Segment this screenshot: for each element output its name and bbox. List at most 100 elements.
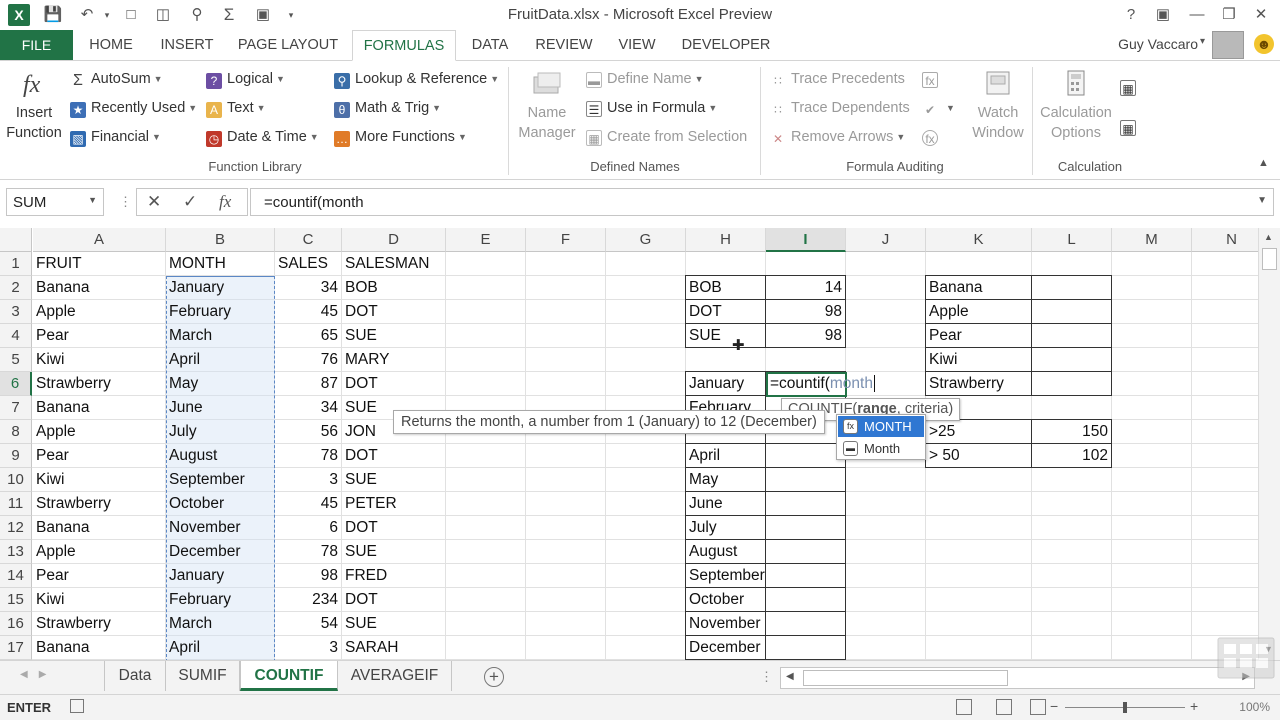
sheet-tab-countif[interactable]: COUNTIF bbox=[240, 661, 338, 691]
table-cell[interactable]: Kiwi bbox=[33, 468, 166, 492]
row-header-14[interactable]: 14 bbox=[0, 564, 32, 588]
table-cell[interactable]: January bbox=[166, 564, 275, 588]
column-header-n[interactable]: N bbox=[1192, 228, 1258, 252]
fruit-list-cell[interactable]: Strawberry bbox=[926, 372, 1032, 396]
salesman-count-cell[interactable]: 98 bbox=[766, 300, 846, 324]
criteria-count-cell[interactable]: 150 bbox=[1032, 420, 1112, 444]
name-manager-button[interactable]: Name Manager bbox=[514, 69, 580, 143]
column-header-k[interactable]: K bbox=[926, 228, 1032, 252]
table-cell[interactable]: 34 bbox=[275, 276, 342, 300]
logical-button[interactable]: ? Logical ▼ bbox=[206, 71, 285, 89]
salesman-name-cell[interactable]: DOT bbox=[686, 300, 766, 324]
editing-cell-text[interactable]: =countif(month bbox=[767, 372, 878, 396]
tab-splitter-icon[interactable]: ⋮ bbox=[760, 669, 773, 685]
calculate-sheet-button[interactable]: ▦ bbox=[1120, 119, 1141, 136]
name-box-dropdown-icon[interactable]: ▼ bbox=[88, 195, 97, 205]
table-cell[interactable]: SUE bbox=[342, 468, 446, 492]
row-header-4[interactable]: 4 bbox=[0, 324, 32, 348]
recently-used-button[interactable]: ★ Recently Used ▼ bbox=[70, 100, 197, 118]
row-header-5[interactable]: 5 bbox=[0, 348, 32, 372]
table-cell[interactable]: Strawberry bbox=[33, 492, 166, 516]
vertical-scrollbar[interactable]: ▲ ▼ bbox=[1258, 228, 1280, 660]
name-box[interactable]: SUM ▼ bbox=[6, 188, 104, 216]
math-trig-button[interactable]: θ Math & Trig ▼ bbox=[334, 100, 441, 118]
table-cell[interactable]: 234 bbox=[275, 588, 342, 612]
table-cell[interactable]: Pear bbox=[33, 444, 166, 468]
salesman-count-cell[interactable]: 98 bbox=[766, 324, 846, 348]
row-header-12[interactable]: 12 bbox=[0, 516, 32, 540]
table-cell[interactable]: 3 bbox=[275, 636, 342, 660]
table-cell[interactable]: SUE bbox=[342, 612, 446, 636]
table-cell[interactable]: DOT bbox=[342, 588, 446, 612]
confirm-entry-icon[interactable]: ✓ bbox=[183, 192, 197, 212]
table-cell[interactable]: PETER bbox=[342, 492, 446, 516]
horizontal-scrollbar[interactable]: ◀ ▶ bbox=[780, 667, 1255, 689]
column-header-f[interactable]: F bbox=[526, 228, 606, 252]
row-header-10[interactable]: 10 bbox=[0, 468, 32, 492]
show-formulas-button[interactable]: fx bbox=[922, 71, 943, 88]
text-button[interactable]: A Text ▼ bbox=[206, 100, 266, 118]
table-cell[interactable]: DOT bbox=[342, 300, 446, 324]
salesman-name-cell[interactable]: BOB bbox=[686, 276, 766, 300]
formula-autocomplete-list[interactable]: fx MONTH ▬ Month bbox=[836, 414, 926, 460]
row-header-9[interactable]: 9 bbox=[0, 444, 32, 468]
row-header-6[interactable]: 6 bbox=[0, 372, 32, 396]
tab-formulas[interactable]: FORMULAS bbox=[352, 30, 456, 61]
row-header-15[interactable]: 15 bbox=[0, 588, 32, 612]
scroll-up-icon[interactable]: ▲ bbox=[1264, 232, 1273, 242]
tab-home[interactable]: HOME bbox=[80, 30, 142, 60]
table-cell[interactable]: Banana bbox=[33, 516, 166, 540]
table-cell[interactable]: 78 bbox=[275, 540, 342, 564]
salesman-count-cell[interactable]: 14 bbox=[766, 276, 846, 300]
header-cell[interactable]: FRUIT bbox=[33, 252, 166, 276]
formula-input[interactable]: =countif(month ▼ bbox=[250, 188, 1274, 216]
user-name[interactable]: Guy Vaccaro bbox=[1118, 36, 1198, 52]
table-cell[interactable]: August bbox=[166, 444, 275, 468]
table-cell[interactable]: Banana bbox=[33, 276, 166, 300]
column-header-d[interactable]: D bbox=[342, 228, 446, 252]
header-cell[interactable]: SALES bbox=[275, 252, 342, 276]
select-all-corner[interactable] bbox=[0, 228, 32, 252]
table-cell[interactable]: Apple bbox=[33, 540, 166, 564]
month-list-cell[interactable]: December bbox=[686, 636, 766, 660]
sheet-tab-averageif[interactable]: AVERAGEIF bbox=[338, 661, 452, 691]
calculate-now-button[interactable]: ▦ bbox=[1120, 79, 1141, 96]
sheet-nav-arrows-icon[interactable]: ◀ ▶ bbox=[20, 669, 47, 680]
column-header-e[interactable]: E bbox=[446, 228, 526, 252]
zoom-out-icon[interactable]: − bbox=[1050, 698, 1058, 714]
month-list-cell[interactable]: May bbox=[686, 468, 766, 492]
normal-view-icon[interactable] bbox=[956, 699, 972, 715]
column-header-c[interactable]: C bbox=[275, 228, 342, 252]
collapse-ribbon-icon[interactable]: ▲ bbox=[1258, 157, 1269, 169]
table-cell[interactable]: March bbox=[166, 612, 275, 636]
salesman-name-cell[interactable]: SUE bbox=[686, 324, 766, 348]
month-list-cell[interactable]: June bbox=[686, 492, 766, 516]
page-layout-view-icon[interactable] bbox=[996, 699, 1012, 715]
scroll-left-icon[interactable]: ◀ bbox=[786, 671, 794, 682]
column-header-l[interactable]: L bbox=[1032, 228, 1112, 252]
table-cell[interactable]: DOT bbox=[342, 372, 446, 396]
table-cell[interactable]: 6 bbox=[275, 516, 342, 540]
autocomplete-item-month-function[interactable]: fx MONTH bbox=[838, 416, 924, 437]
trace-precedents-button[interactable]: ∷ Trace Precedents bbox=[770, 71, 905, 89]
column-header-m[interactable]: M bbox=[1112, 228, 1192, 252]
table-cell[interactable]: February bbox=[166, 300, 275, 324]
row-header-2[interactable]: 2 bbox=[0, 276, 32, 300]
row-header-16[interactable]: 16 bbox=[0, 612, 32, 636]
table-cell[interactable]: SARAH bbox=[342, 636, 446, 660]
row-header-13[interactable]: 13 bbox=[0, 540, 32, 564]
zoom-slider[interactable] bbox=[1065, 702, 1185, 713]
evaluate-formula-button[interactable]: fx bbox=[922, 129, 943, 146]
column-header-a[interactable]: A bbox=[33, 228, 166, 252]
table-cell[interactable]: April bbox=[166, 636, 275, 660]
table-cell[interactable]: 45 bbox=[275, 492, 342, 516]
table-cell[interactable]: 45 bbox=[275, 300, 342, 324]
tab-insert[interactable]: INSERT bbox=[152, 30, 222, 60]
remove-arrows-button[interactable]: ✕ Remove Arrows ▼ bbox=[770, 129, 905, 147]
tab-page-layout[interactable]: PAGE LAYOUT bbox=[232, 30, 344, 60]
table-cell[interactable]: October bbox=[166, 492, 275, 516]
table-cell[interactable]: Kiwi bbox=[33, 348, 166, 372]
table-cell[interactable]: 98 bbox=[275, 564, 342, 588]
table-cell[interactable]: SUE bbox=[342, 324, 446, 348]
insert-function-fx-icon[interactable]: fx bbox=[219, 192, 231, 212]
